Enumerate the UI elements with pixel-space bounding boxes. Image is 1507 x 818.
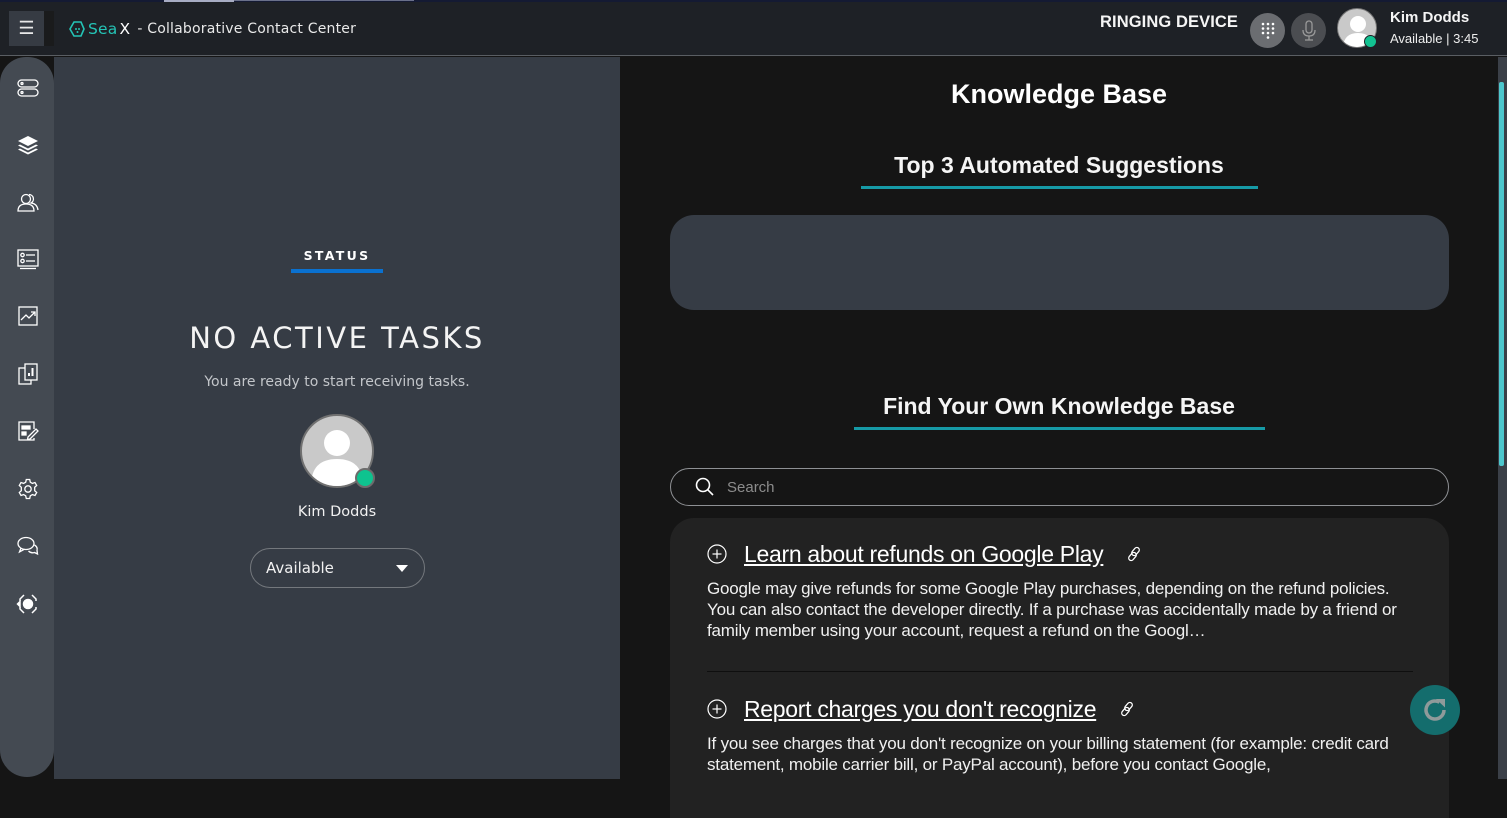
users-icon — [17, 193, 39, 212]
gear-icon — [18, 478, 38, 500]
top-bar: ☰ Sea X - Collaborative Contact Center RI… — [0, 2, 1507, 56]
sidebar-item-queues[interactable] — [12, 72, 44, 104]
link-icon[interactable] — [1118, 700, 1136, 718]
suggestions-heading: Top 3 Automated Suggestions — [894, 152, 1224, 178]
header-user-status: Available | 3:45 — [1390, 31, 1479, 46]
search-icon — [695, 477, 714, 496]
refresh-button[interactable] — [1410, 685, 1460, 735]
kb-search-field[interactable] — [670, 468, 1449, 506]
page-scrollbar-thumb[interactable] — [1499, 82, 1504, 466]
sidebar-item-layers[interactable] — [12, 129, 44, 161]
sidebar-item-settings[interactable] — [12, 473, 44, 505]
sidebar-rail — [0, 57, 54, 777]
sidebar-item-forms[interactable] — [12, 415, 44, 447]
browser-tab-indicator — [234, 0, 414, 1]
agent-name: Kim Dodds — [297, 504, 377, 520]
find-kb-heading: Find Your Own Knowledge Base — [883, 393, 1235, 419]
presence-indicator — [1364, 35, 1377, 48]
sidebar-item-analytics[interactable] — [12, 300, 44, 332]
find-kb-heading-underline — [854, 427, 1265, 430]
hamburger-icon: ☰ — [18, 18, 35, 38]
expand-plus-icon[interactable] — [707, 544, 727, 564]
brand-x: X — [119, 20, 131, 38]
server-stack-icon — [17, 79, 39, 97]
form-edit-icon — [18, 421, 39, 441]
kb-result-title-link[interactable]: Report charges you don't recognize — [744, 696, 1096, 723]
expand-plus-icon[interactable] — [707, 699, 727, 719]
suggestions-heading-underline — [861, 186, 1258, 189]
no-active-tasks-heading: NO ACTIVE TASKS — [189, 321, 485, 355]
seax-logo-icon — [69, 21, 85, 37]
layers-icon — [18, 136, 38, 155]
sidebar-item-chat[interactable] — [12, 530, 44, 562]
sidebar-item-contacts[interactable] — [12, 186, 44, 218]
app-brand: Sea X - Collaborative Contact Center — [68, 18, 356, 40]
report-icon — [18, 363, 38, 385]
status-dropdown-value: Available — [266, 559, 334, 577]
microphone-icon — [1301, 19, 1316, 41]
status-dropdown[interactable]: Available — [250, 548, 425, 588]
microphone-button[interactable] — [1291, 13, 1326, 48]
device-status-label: RINGING DEVICE — [1100, 13, 1239, 31]
agent-presence-indicator — [355, 468, 375, 488]
kb-result-item: Learn about refunds on Google Play Googl… — [707, 540, 1413, 641]
sidebar-item-integrations[interactable] — [12, 588, 44, 620]
link-icon[interactable] — [1125, 545, 1143, 563]
tab-status-indicator — [291, 269, 383, 273]
menu-button-shadow — [44, 11, 54, 46]
dialpad-icon — [1261, 22, 1274, 39]
dialpad-button[interactable] — [1250, 13, 1285, 48]
sidebar — [0, 57, 54, 779]
result-divider — [707, 671, 1413, 672]
kb-result-title-link[interactable]: Learn about refunds on Google Play — [744, 541, 1104, 568]
chat-bubbles-icon — [17, 536, 39, 556]
tab-status[interactable]: STATUS — [291, 248, 383, 263]
hub-icon — [16, 594, 37, 614]
refresh-icon — [1424, 699, 1446, 721]
knowledge-base-title: Knowledge Base — [950, 79, 1168, 109]
kb-search-input[interactable] — [727, 478, 1427, 496]
hamburger-menu-button[interactable]: ☰ — [9, 11, 44, 46]
knowledge-base-panel: Knowledge Base Top 3 Automated Suggestio… — [620, 57, 1498, 818]
kb-results-list: Learn about refunds on Google Play Googl… — [670, 518, 1449, 818]
kb-result-snippet: Google may give refunds for some Google … — [707, 579, 1397, 640]
caret-down-icon — [396, 565, 408, 572]
kb-result-snippet: If you see charges that you don't recogn… — [707, 734, 1389, 774]
sidebar-item-reports[interactable] — [12, 358, 44, 390]
ready-message: You are ready to start receiving tasks. — [204, 374, 470, 390]
trend-chart-icon — [18, 306, 38, 326]
kb-result-item: Report charges you don't recognize If yo… — [707, 695, 1413, 775]
sidebar-item-directory[interactable] — [12, 243, 44, 275]
status-panel: STATUS NO ACTIVE TASKS You are ready to … — [54, 57, 620, 779]
contact-card-icon — [17, 249, 39, 270]
header-user-name: Kim Dodds — [1390, 9, 1470, 26]
brand-subtitle: - Collaborative Contact Center — [137, 21, 357, 37]
brand-sea: Sea — [88, 20, 118, 38]
suggestions-container — [670, 215, 1449, 310]
